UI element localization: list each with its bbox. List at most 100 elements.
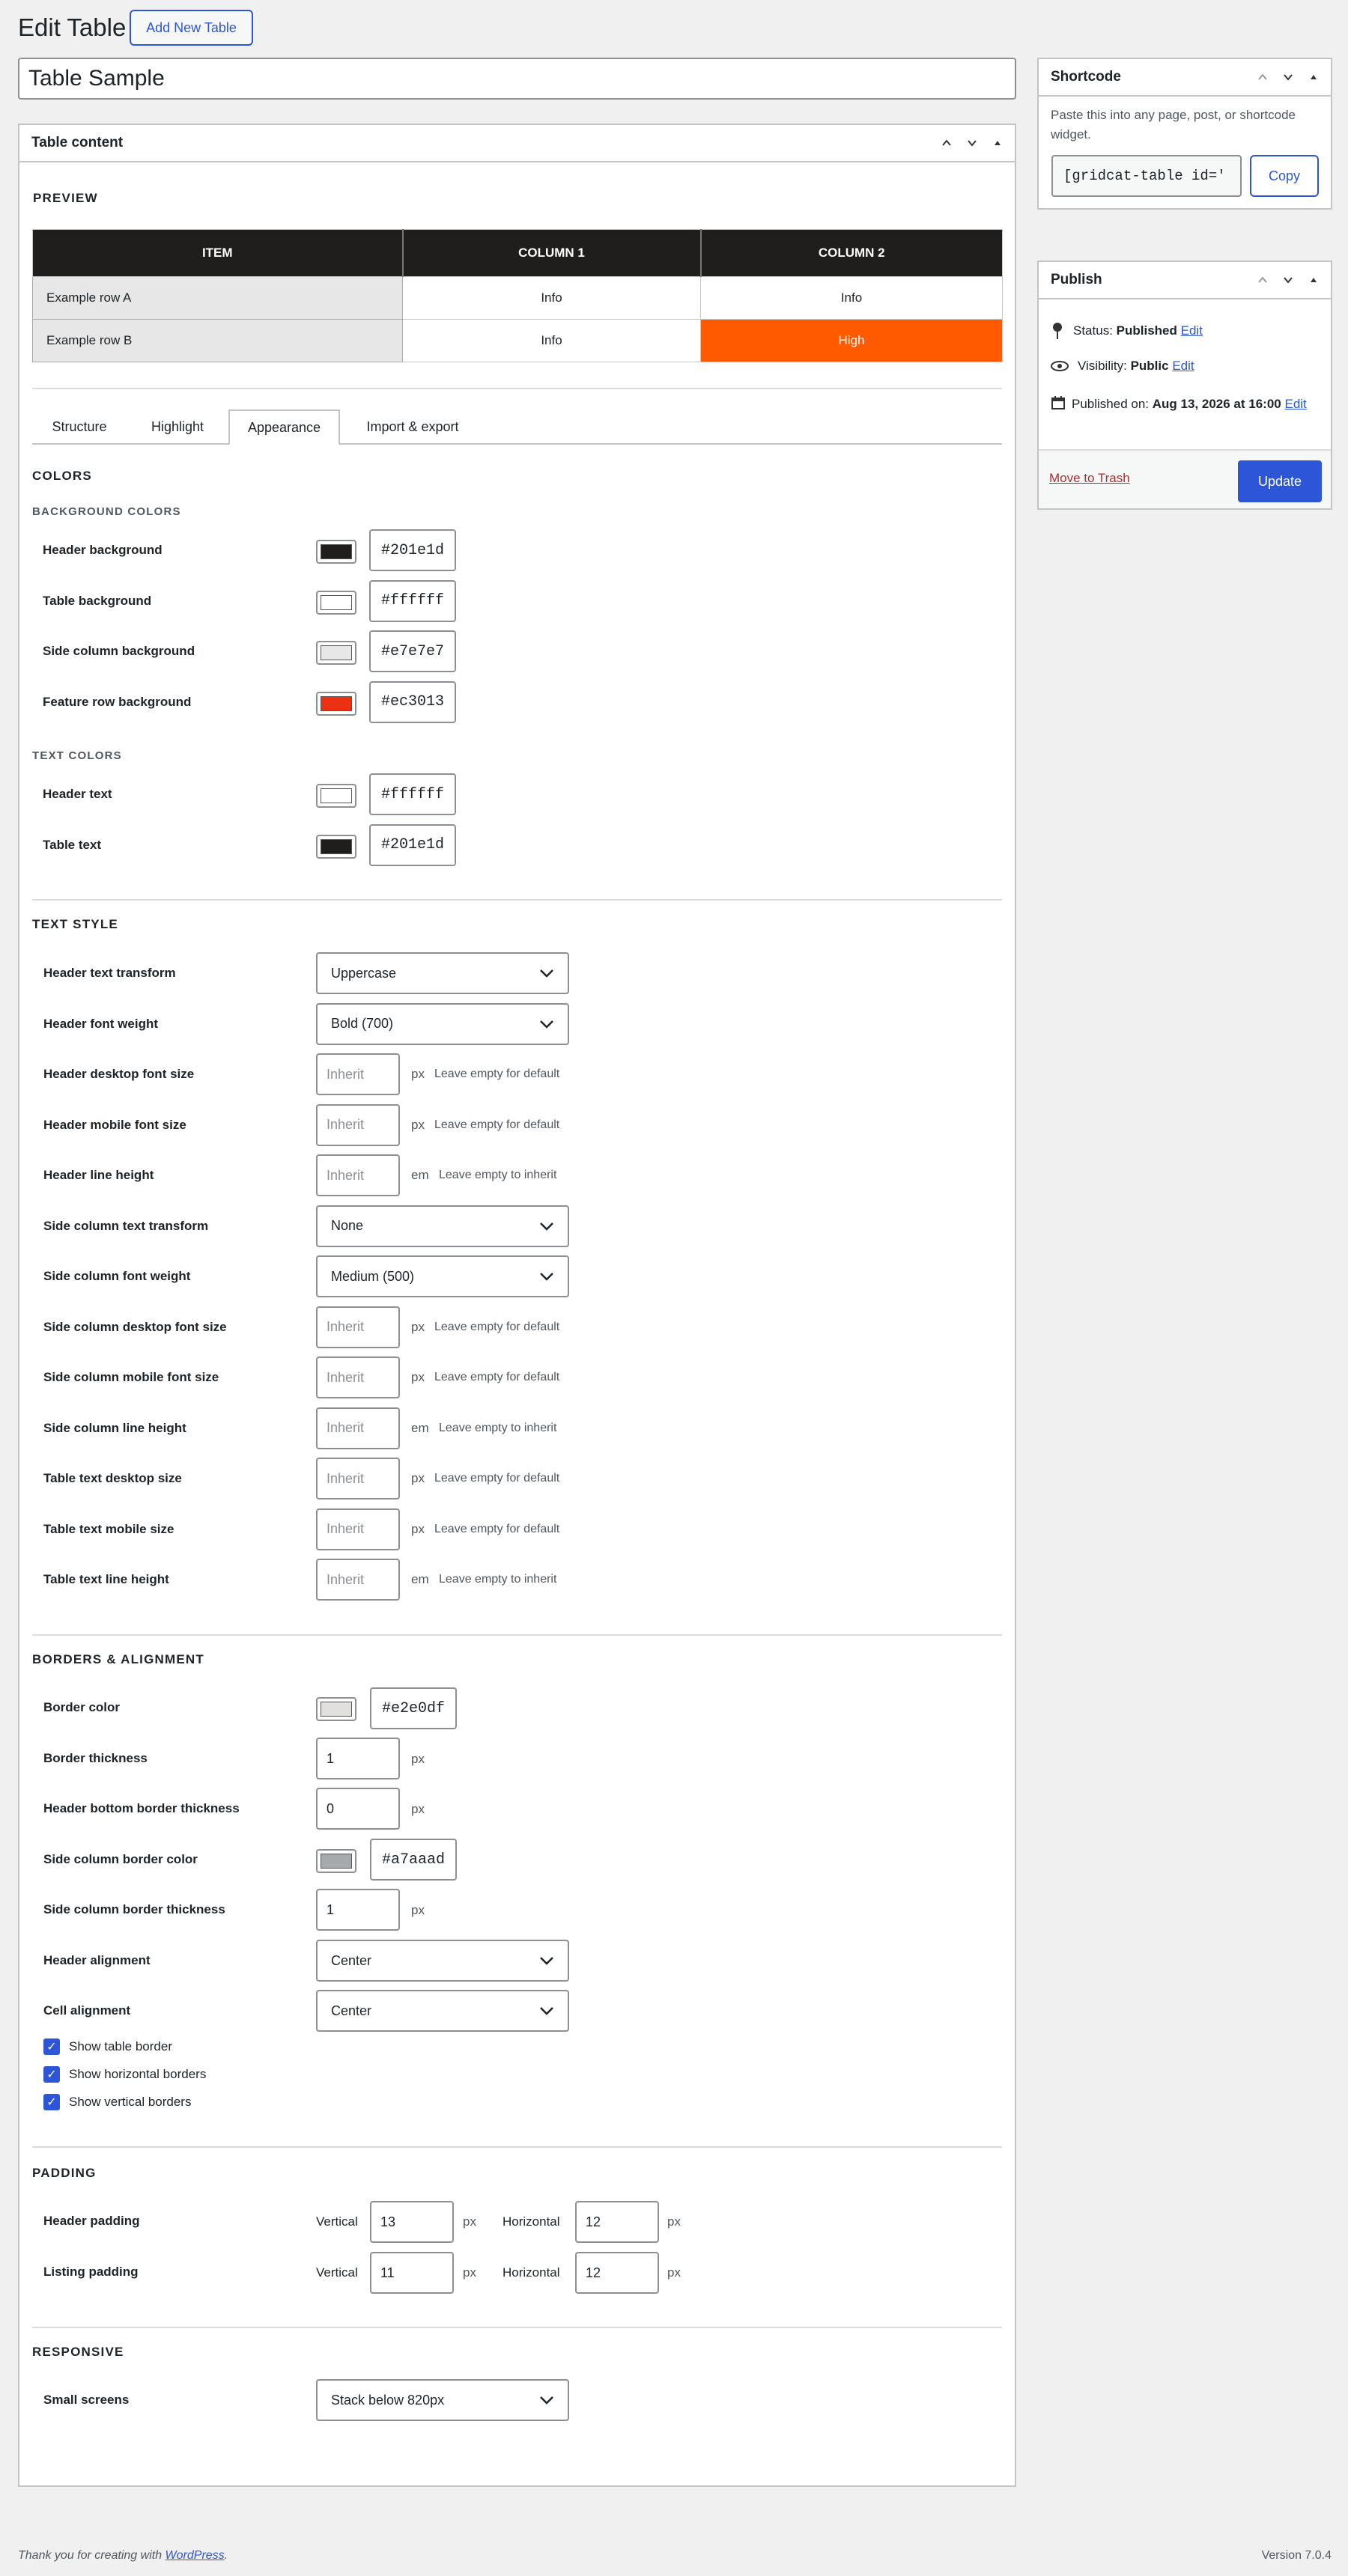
text-style-number-input[interactable]: Inherit xyxy=(316,1053,400,1095)
header-alignment-select[interactable]: Center xyxy=(316,1940,569,1982)
unit-label: px xyxy=(411,1319,425,1334)
placeholder: Inherit xyxy=(327,1369,365,1385)
show-table-border-checkbox[interactable]: ✓ Show table border xyxy=(43,2038,172,2055)
publish-header: Publish xyxy=(1039,262,1331,299)
copy-button[interactable]: Copy xyxy=(1250,155,1319,197)
preview-header-item: ITEM xyxy=(32,229,403,277)
select-value: Uppercase xyxy=(331,965,397,981)
show-horizontal-borders-checkbox[interactable]: ✓ Show horizontal borders xyxy=(43,2066,206,2083)
table-content-header: Table content xyxy=(19,125,1015,162)
cell-alignment-select[interactable]: Center xyxy=(316,1990,569,2032)
shortcode-header: Shortcode xyxy=(1039,59,1331,97)
border-thickness-input[interactable]: 1 xyxy=(316,1738,400,1779)
small-screens-select[interactable]: Stack below 820px xyxy=(316,2379,569,2421)
color-hex-input[interactable]: #ec3013 xyxy=(369,680,456,723)
text-style-select[interactable]: Medium (500) xyxy=(316,1255,569,1297)
divider xyxy=(32,388,1002,389)
text-style-select[interactable]: Bold (700) xyxy=(316,1002,569,1045)
text-style-number-input[interactable]: Inherit xyxy=(316,1103,400,1146)
text-style-number-input[interactable]: Inherit xyxy=(316,1407,400,1449)
text-style-select[interactable]: None xyxy=(316,1205,569,1247)
tab-highlight[interactable]: Highlight xyxy=(132,409,223,444)
color-hex-input[interactable]: #ffffff xyxy=(369,773,456,815)
publish-title: Publish xyxy=(1051,272,1102,287)
color-swatch[interactable] xyxy=(316,540,356,564)
show-vertical-borders-checkbox[interactable]: ✓ Show vertical borders xyxy=(43,2094,191,2110)
side-border-color-label: Side column border color xyxy=(43,1852,198,1866)
color-hex-input[interactable]: #ffffff xyxy=(369,579,456,622)
side-border-color-swatch[interactable] xyxy=(316,1849,356,1873)
header-horizontal-padding-input[interactable]: 12 xyxy=(575,2201,659,2243)
chevron-up-icon[interactable] xyxy=(1257,72,1268,82)
listing-vertical-padding-input[interactable]: 11 xyxy=(370,2252,454,2294)
color-label: Side column background xyxy=(43,644,195,658)
text-style-label: Side column line height xyxy=(43,1420,186,1435)
side-border-thickness-input[interactable]: 1 xyxy=(316,1889,400,1931)
footer-thanks-suffix: . xyxy=(224,2549,228,2562)
unit-label: px xyxy=(667,2214,681,2229)
pin-icon xyxy=(1053,323,1062,339)
header-bottom-border-label: Header bottom border thickness xyxy=(43,1801,240,1815)
text-style-number-input[interactable]: Inherit xyxy=(316,1154,400,1196)
chevron-down-icon[interactable] xyxy=(967,138,977,148)
update-button[interactable]: Update xyxy=(1238,460,1322,502)
tab-structure[interactable]: Structure xyxy=(32,409,127,444)
header-vertical-padding-input[interactable]: 13 xyxy=(370,2201,454,2243)
tab-import-export[interactable]: Import & export xyxy=(346,409,479,444)
edit-status-link[interactable]: Edit xyxy=(1181,323,1203,338)
text-style-select[interactable]: Uppercase xyxy=(316,952,569,994)
color-swatch[interactable] xyxy=(316,834,356,859)
status-value: Published xyxy=(1116,323,1177,338)
collapse-toggle-icon[interactable] xyxy=(1308,72,1319,82)
header-padding-label: Header padding xyxy=(43,2214,140,2228)
chevron-up-icon[interactable] xyxy=(941,138,952,148)
color-hex-input[interactable]: #201e1d xyxy=(369,529,456,571)
color-swatch[interactable] xyxy=(316,691,356,716)
chevron-down-icon[interactable] xyxy=(1283,275,1293,285)
placeholder: Inherit xyxy=(327,1319,365,1334)
checkbox-label: Show horizontal borders xyxy=(69,2067,207,2081)
chevron-up-icon[interactable] xyxy=(1257,275,1268,285)
footer-thanks: Thank you for creating with WordPress. xyxy=(18,2549,228,2563)
shortcode-input[interactable]: [gridcat-table id=' xyxy=(1051,155,1242,197)
unit-label: px xyxy=(411,1370,425,1384)
visibility-row: Visibility: Public Edit xyxy=(1051,359,1194,374)
chevron-down-icon[interactable] xyxy=(1283,72,1293,82)
horizontal-label: Horizontal xyxy=(503,2265,560,2280)
status-row: Status: Published Edit xyxy=(1051,322,1203,340)
wordpress-link[interactable]: WordPress xyxy=(166,2549,225,2562)
move-to-trash-link[interactable]: Move to Trash xyxy=(1049,471,1130,486)
text-style-label: Side column mobile font size xyxy=(43,1370,219,1384)
tab-appearance[interactable]: Appearance xyxy=(228,409,340,445)
hint-text: Leave empty for default xyxy=(434,1118,560,1131)
checkbox-label: Show table border xyxy=(69,2039,172,2053)
color-swatch[interactable] xyxy=(316,590,356,615)
collapse-toggle-icon[interactable] xyxy=(992,138,1003,148)
bg-colors-title: BACKGROUND COLORS xyxy=(32,505,181,518)
edit-visibility-link[interactable]: Edit xyxy=(1172,359,1194,373)
preview-feature-cell: High xyxy=(700,319,1003,362)
text-style-number-input[interactable]: Inherit xyxy=(316,1458,400,1499)
color-swatch[interactable] xyxy=(316,784,356,808)
table-title-input[interactable]: Table Sample xyxy=(18,58,1016,100)
color-hex-input[interactable]: #e7e7e7 xyxy=(369,630,456,672)
text-style-number-input[interactable]: Inherit xyxy=(316,1508,400,1550)
edit-date-link[interactable]: Edit xyxy=(1284,397,1306,411)
color-hex-input[interactable]: #201e1d xyxy=(369,823,456,866)
collapse-toggle-icon[interactable] xyxy=(1308,275,1319,285)
text-style-number-input[interactable]: Inherit xyxy=(316,1356,400,1398)
color-swatch[interactable] xyxy=(316,641,356,665)
border-color-swatch[interactable] xyxy=(316,1697,356,1721)
listing-horizontal-padding-input[interactable]: 12 xyxy=(575,2252,659,2294)
checkmark-icon: ✓ xyxy=(43,2094,60,2110)
divider xyxy=(32,1634,1002,1636)
side-border-color-hex-input[interactable]: #a7aaad xyxy=(370,1839,457,1881)
text-style-number-input[interactable]: Inherit xyxy=(316,1559,400,1601)
table-content-box: Table content xyxy=(18,124,1016,2487)
chevron-down-icon xyxy=(540,969,553,978)
preview-header-col1: COLUMN 1 xyxy=(401,229,701,277)
border-color-hex-input[interactable]: #e2e0df xyxy=(370,1687,457,1729)
header-bottom-border-input[interactable]: 0 xyxy=(316,1788,400,1830)
add-new-table-button[interactable]: Add New Table xyxy=(130,10,253,46)
text-style-number-input[interactable]: Inherit xyxy=(316,1306,400,1348)
